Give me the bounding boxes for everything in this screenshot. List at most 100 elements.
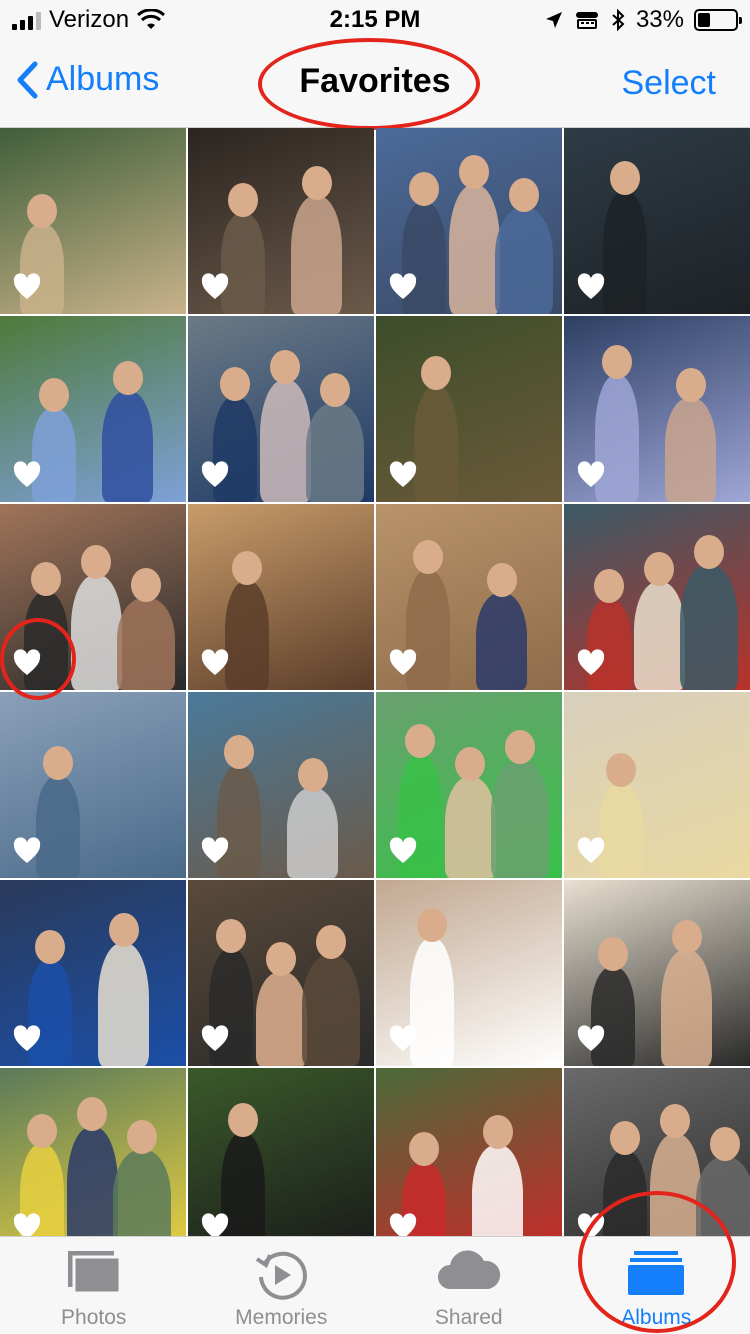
- photo-thumbnail[interactable]: [564, 316, 750, 502]
- photo-thumbnail[interactable]: [564, 1068, 750, 1236]
- heart-icon: [200, 836, 230, 866]
- photo-subject-face: [598, 937, 628, 971]
- photo-subject-face: [112, 361, 143, 395]
- tab-albums-label: Albums: [621, 1306, 692, 1329]
- photo-thumbnail[interactable]: [0, 692, 186, 878]
- photo-subject: [476, 593, 527, 690]
- photo-subject: [225, 581, 269, 690]
- heart-icon: [12, 460, 42, 490]
- photo-subject: [448, 185, 500, 314]
- photo-subject-face: [27, 194, 57, 228]
- heart-icon: [12, 648, 42, 678]
- heart-icon: [388, 836, 418, 866]
- photo-thumbnail[interactable]: [564, 504, 750, 690]
- photo-subject-face: [224, 735, 254, 769]
- heart-icon: [576, 1024, 606, 1054]
- photo-thumbnail[interactable]: [188, 880, 374, 1066]
- photo-subject-face: [220, 367, 250, 401]
- photo-thumbnail[interactable]: [188, 128, 374, 314]
- photo-subject: [603, 191, 647, 314]
- heart-icon: [576, 648, 606, 678]
- photo-subject-face: [316, 925, 347, 959]
- photo-thumbnail[interactable]: [376, 316, 562, 502]
- photo-subject-face: [232, 551, 262, 585]
- heart-icon: [200, 272, 230, 302]
- heart-icon: [200, 648, 230, 678]
- photo-thumbnail[interactable]: [0, 504, 186, 690]
- photo-thumbnail[interactable]: [376, 128, 562, 314]
- photo-thumbnail[interactable]: [0, 1068, 186, 1236]
- tab-photos[interactable]: Photos: [0, 1237, 188, 1334]
- photo-subject-face: [610, 161, 640, 195]
- battery-icon: [694, 9, 742, 31]
- photo-subject: [117, 598, 176, 690]
- heart-icon: [576, 272, 606, 302]
- photo-subject: [414, 386, 458, 502]
- photo-thumbnail[interactable]: [188, 316, 374, 502]
- photo-thumbnail[interactable]: [376, 1068, 562, 1236]
- photo-subject: [102, 391, 153, 502]
- photo-thumbnail[interactable]: [0, 128, 186, 314]
- photo-subject-face: [266, 942, 297, 976]
- tab-memories-label: Memories: [235, 1306, 328, 1329]
- photo-subject-face: [660, 1104, 691, 1138]
- photo-subject: [66, 1127, 118, 1236]
- photo-subject: [633, 582, 685, 690]
- photo-subject-face: [482, 1115, 513, 1149]
- photo-thumbnail[interactable]: [564, 128, 750, 314]
- photo-subject-face: [606, 753, 636, 787]
- photo-subject-face: [644, 552, 675, 586]
- photo-subject: [495, 208, 554, 314]
- photo-subject: [259, 380, 311, 502]
- photo-subject-face: [421, 356, 451, 390]
- heart-icon: [200, 460, 230, 490]
- heart-icon: [388, 460, 418, 490]
- photo-subject: [444, 777, 496, 878]
- photo-subject-face: [409, 1132, 439, 1166]
- photo-thumbnail[interactable]: [188, 692, 374, 878]
- photo-subject-face: [216, 919, 246, 953]
- tab-albums[interactable]: Albums: [563, 1237, 750, 1334]
- favorites-photo-grid[interactable]: [0, 128, 750, 1236]
- photo-subject-face: [228, 1103, 258, 1137]
- photo-subject: [306, 403, 365, 502]
- photo-subject: [255, 972, 307, 1066]
- heart-icon: [388, 648, 418, 678]
- photo-subject-face: [610, 1121, 640, 1155]
- photo-thumbnail[interactable]: [376, 880, 562, 1066]
- photo-subject: [472, 1145, 523, 1236]
- photo-subject-face: [594, 569, 624, 603]
- heart-icon: [576, 836, 606, 866]
- photo-subject-face: [710, 1127, 741, 1161]
- photo-thumbnail[interactable]: [188, 504, 374, 690]
- tab-photos-label: Photos: [61, 1306, 127, 1329]
- photo-subject-face: [81, 545, 112, 579]
- photo-thumbnail[interactable]: [0, 880, 186, 1066]
- bluetooth-icon: [612, 9, 625, 31]
- photo-subject-face: [77, 1097, 108, 1131]
- photo-subject-face: [694, 535, 725, 569]
- photo-subject-face: [459, 155, 490, 189]
- photo-thumbnail[interactable]: [564, 692, 750, 878]
- heart-icon: [200, 1024, 230, 1054]
- photo-subject-face: [413, 540, 443, 574]
- photo-thumbnail[interactable]: [188, 1068, 374, 1236]
- photo-subject-face: [35, 930, 65, 964]
- photo-thumbnail[interactable]: [376, 692, 562, 878]
- photo-subject: [661, 950, 712, 1066]
- tab-shared[interactable]: Shared: [375, 1237, 563, 1334]
- tab-memories[interactable]: Memories: [188, 1237, 376, 1334]
- photo-subject-face: [301, 166, 332, 200]
- photo-subject: [696, 1157, 750, 1236]
- photo-subject: [491, 760, 550, 878]
- select-button[interactable]: Select: [622, 64, 717, 103]
- photo-subject-face: [270, 350, 301, 384]
- battery-percentage: 33%: [635, 6, 684, 33]
- photo-subject-face: [108, 913, 139, 947]
- heart-icon: [576, 460, 606, 490]
- photo-thumbnail[interactable]: [564, 880, 750, 1066]
- photo-thumbnail[interactable]: [376, 504, 562, 690]
- heart-icon: [12, 1024, 42, 1054]
- photo-thumbnail[interactable]: [0, 316, 186, 502]
- photo-subject-face: [27, 1114, 57, 1148]
